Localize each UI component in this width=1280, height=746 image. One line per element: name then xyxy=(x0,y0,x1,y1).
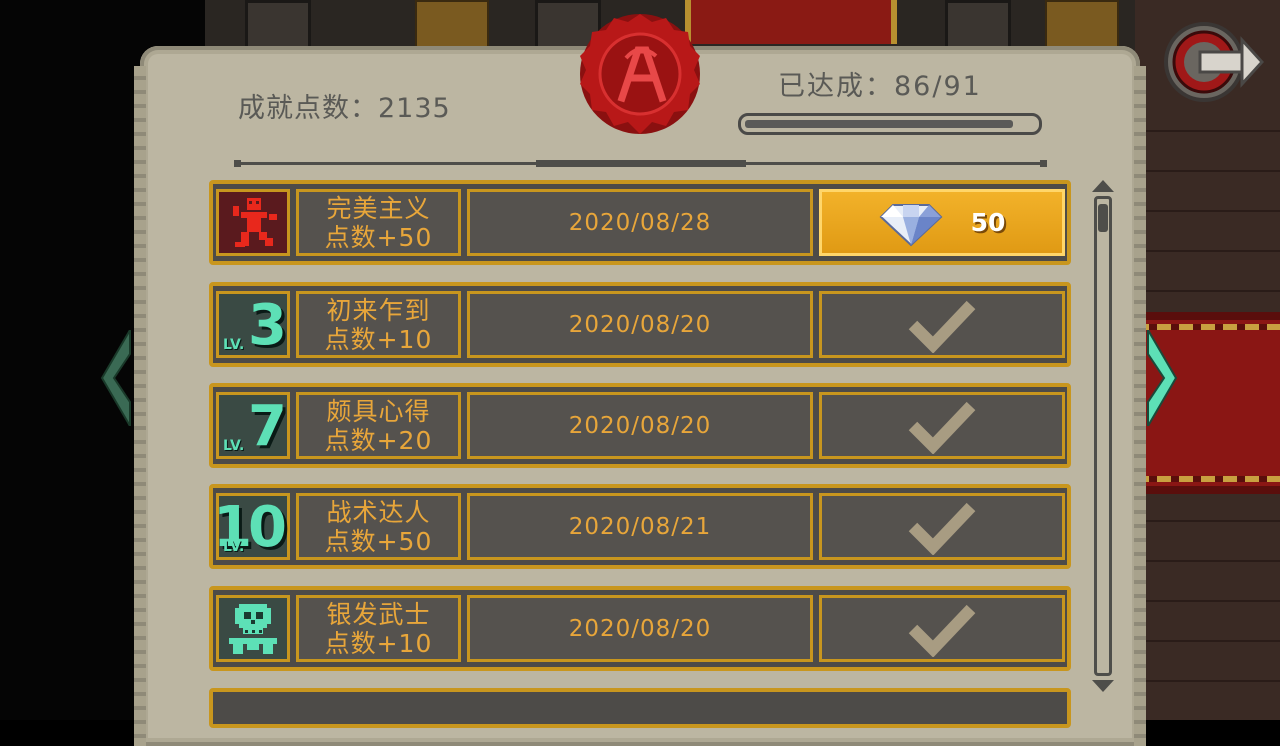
achievement-row[interactable]: 10 LV. 战术达人 点数+50 2020/08/21 xyxy=(209,484,1071,569)
next-page-arrow-icon[interactable] xyxy=(1144,330,1178,426)
progress-fill xyxy=(745,120,1013,128)
achievement-name: 完美主义 xyxy=(326,193,431,223)
achievement-name: 初来乍到 xyxy=(326,295,431,325)
achievement-row[interactable]: 完美主义 点数+50 2020/08/28 50 xyxy=(209,180,1071,265)
reward-amount: 50 xyxy=(970,208,1006,237)
back-button[interactable] xyxy=(1164,18,1264,106)
level-badge-tag: LV. xyxy=(223,539,245,555)
achievement-name: 战术达人 xyxy=(326,497,431,527)
red-runner-icon xyxy=(233,198,277,247)
achievement-progress-bar xyxy=(738,113,1042,135)
achievement-date: 2020/08/21 xyxy=(568,513,712,540)
achievement-date: 2020/08/20 xyxy=(568,412,712,439)
achievement-row[interactable] xyxy=(209,688,1071,728)
wax-seal-icon xyxy=(580,14,700,134)
claim-reward-button[interactable]: 50 xyxy=(819,189,1065,256)
achievement-points: 点数+10 xyxy=(324,324,433,354)
achievement-name-cell: 银发武士 点数+10 xyxy=(296,595,461,662)
achievement-icon-cell: 3 LV. xyxy=(216,291,290,358)
achievement-points: 点数+20 xyxy=(324,425,433,455)
achievement-points: 点数+10 xyxy=(324,628,433,658)
achievement-date-cell: 2020/08/28 xyxy=(467,189,813,256)
checkmark-icon xyxy=(908,401,976,454)
level-badge-tag: LV. xyxy=(223,438,245,454)
level-badge-number: 3 xyxy=(248,293,287,358)
achievement-points: 点数+50 xyxy=(324,222,433,252)
checkmark-icon xyxy=(908,604,976,657)
achievement-date-cell: 2020/08/21 xyxy=(467,493,813,560)
achievement-name-cell: 完美主义 点数+50 xyxy=(296,189,461,256)
achievement-icon-cell: 10 LV. xyxy=(213,493,290,560)
reward-claimed-cell xyxy=(819,493,1065,560)
achievement-name-cell: 颇具心得 点数+20 xyxy=(296,392,461,459)
reward-claimed-cell xyxy=(819,595,1065,662)
achievement-date: 2020/08/20 xyxy=(568,311,712,338)
header-divider xyxy=(234,160,1047,167)
level-badge-tag: LV. xyxy=(223,337,245,353)
achievement-date: 2020/08/28 xyxy=(568,209,712,236)
previous-page-arrow-icon[interactable] xyxy=(100,330,134,426)
background-red-banner xyxy=(685,0,897,44)
achievement-icon-cell xyxy=(216,189,290,256)
achievement-date: 2020/08/20 xyxy=(568,615,712,642)
skull-warrior-icon xyxy=(229,604,277,654)
achievement-date-cell: 2020/08/20 xyxy=(467,595,813,662)
achievement-date-cell: 2020/08/20 xyxy=(467,392,813,459)
scroll-down-arrow-icon[interactable] xyxy=(1092,680,1114,692)
achievement-name: 颇具心得 xyxy=(326,396,431,426)
achievement-date-cell: 2020/08/20 xyxy=(467,291,813,358)
achievement-list-scrollbar[interactable] xyxy=(1090,180,1116,692)
checkmark-icon xyxy=(908,300,976,353)
scrollbar-thumb[interactable] xyxy=(1098,204,1108,232)
reward-claimed-cell xyxy=(819,392,1065,459)
scroll-up-arrow-icon[interactable] xyxy=(1092,180,1114,192)
achievement-row[interactable]: 银发武士 点数+10 2020/08/20 xyxy=(209,586,1071,671)
achievement-row[interactable]: 3 LV. 初来乍到 点数+10 2020/08/20 xyxy=(209,282,1071,367)
achievement-points: 点数+50 xyxy=(324,526,433,556)
achievement-name-cell: 战术达人 点数+50 xyxy=(296,493,461,560)
achievement-points-label: 成就点数：2135 xyxy=(238,93,451,124)
achievement-name: 银发武士 xyxy=(326,599,431,629)
reward-claimed-cell xyxy=(819,291,1065,358)
level-badge-number: 7 xyxy=(248,394,287,459)
achievement-row[interactable]: 7 LV. 颇具心得 点数+20 2020/08/20 xyxy=(209,383,1071,468)
achieved-count-label: 已达成：86/91 xyxy=(778,71,982,102)
scrollbar-track[interactable] xyxy=(1094,196,1112,676)
diamond-icon xyxy=(879,203,943,246)
achievement-icon-cell: 7 LV. xyxy=(216,392,290,459)
checkmark-icon xyxy=(908,502,976,555)
achievement-name-cell: 初来乍到 点数+10 xyxy=(296,291,461,358)
achievement-icon-cell xyxy=(216,595,290,662)
